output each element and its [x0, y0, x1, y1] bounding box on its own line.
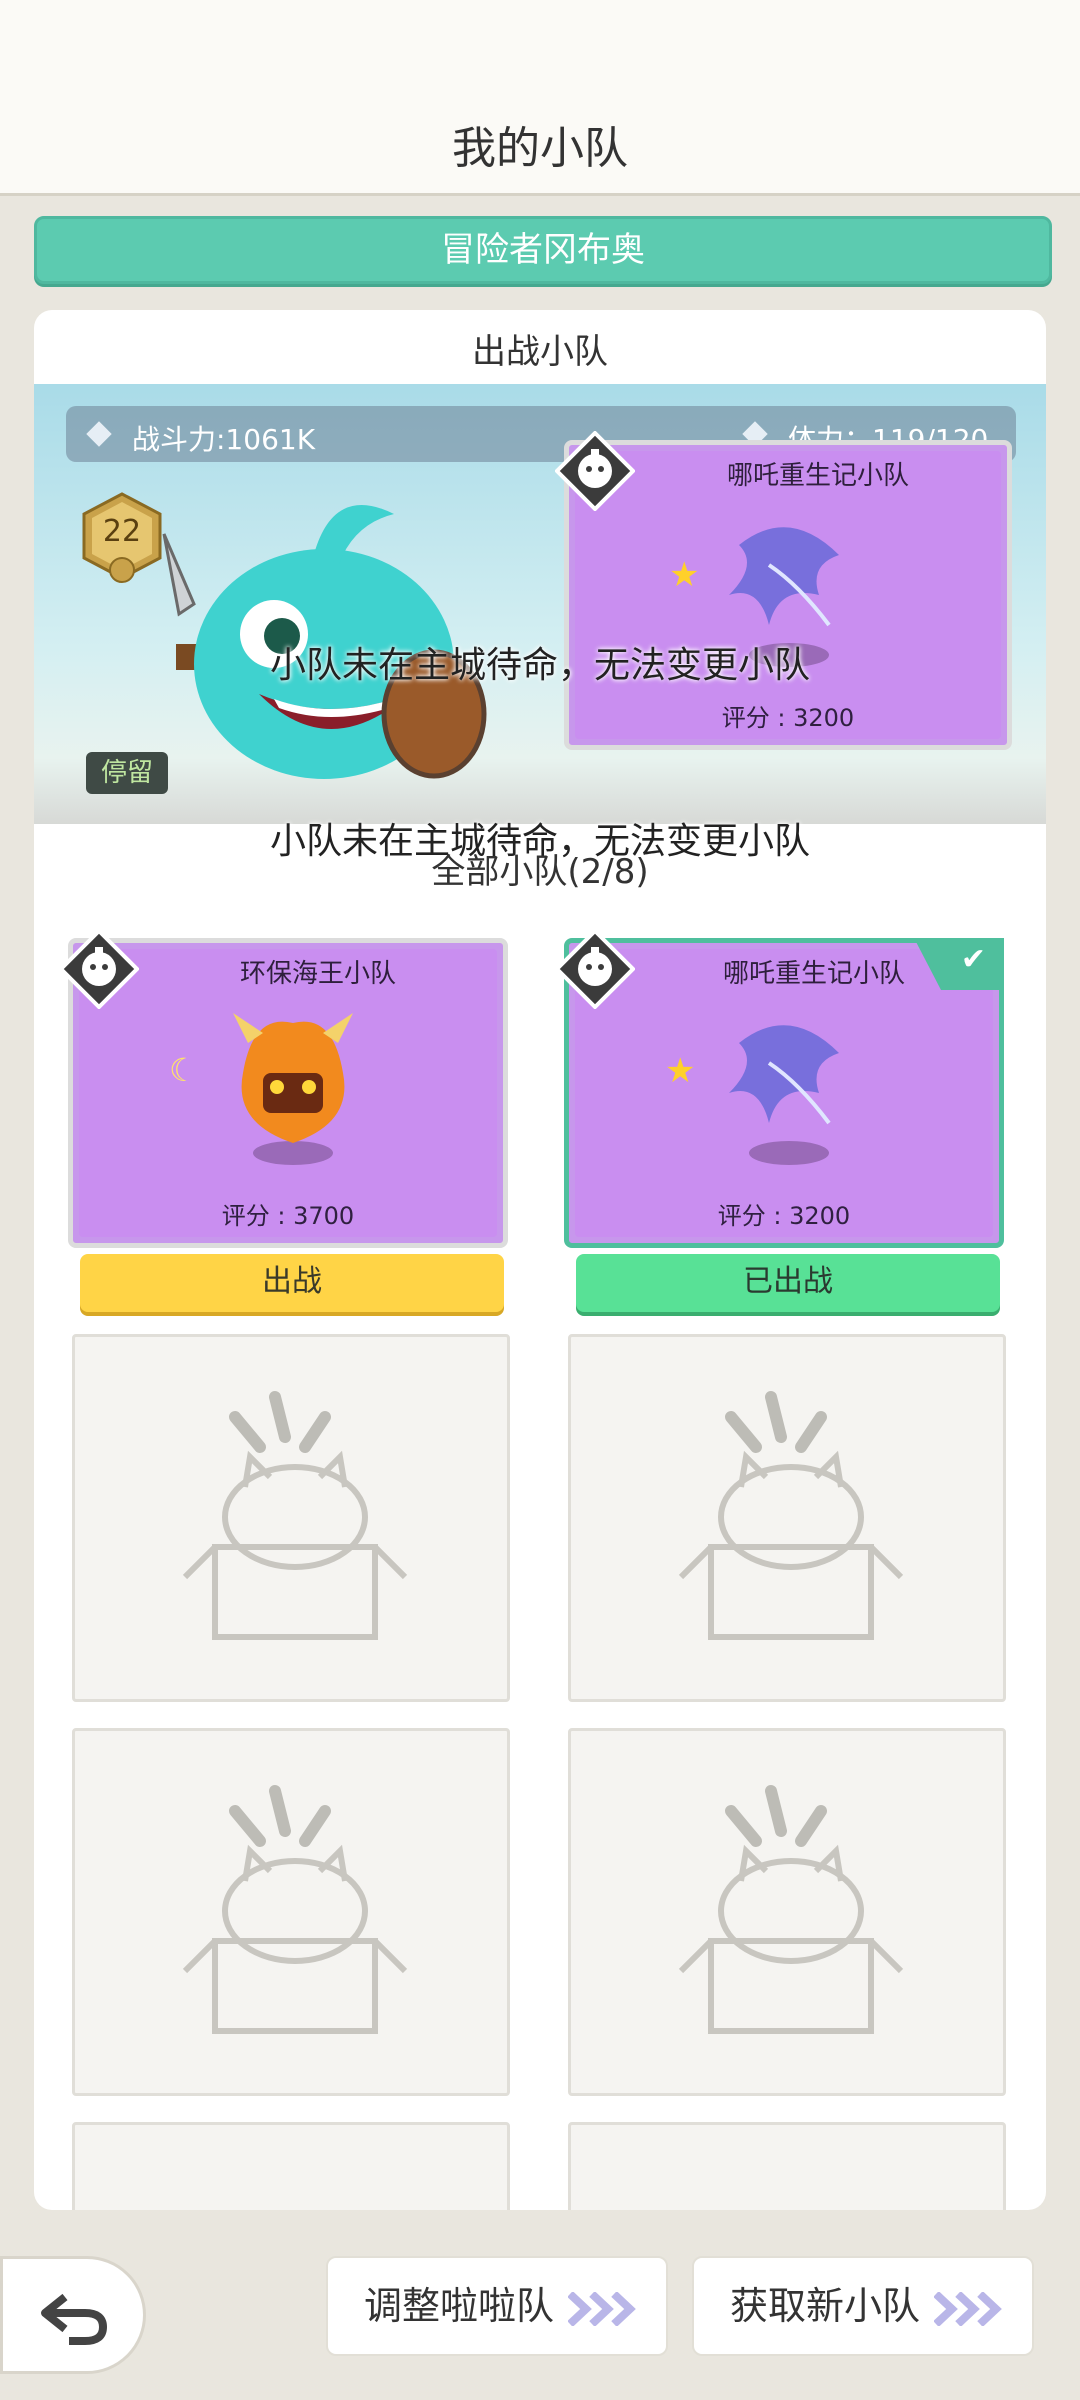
chevrons-right-icon: [934, 2292, 1002, 2326]
empty-team-slot[interactable]: [568, 1334, 1006, 1702]
moon-icon: ☾: [169, 1051, 198, 1089]
top-bar: 我的小队: [0, 0, 1080, 196]
warning-overlay: 小队未在主城待命，无法变更小队: [269, 645, 810, 686]
back-button[interactable]: [0, 2256, 146, 2374]
card-score: 评分 : 3200: [717, 1202, 851, 1230]
diamond-icon: [86, 421, 112, 447]
empty-team-slot[interactable]: [72, 1334, 510, 1702]
status-tag: 停留: [86, 752, 168, 794]
team-panel: 出战小队 战斗力:1061K 体力：119/120 22: [34, 310, 1046, 2210]
adjust-button-label: 调整啦啦队: [364, 2284, 555, 2328]
team-card-selected[interactable]: ✔ 哪吒重生记小队 ★ 评分 : 3200: [555, 929, 1004, 1248]
player-name-bar[interactable]: 冒险者冈布奥: [34, 216, 1052, 284]
star-icon: ★: [669, 555, 700, 595]
robot-badge-icon: [555, 431, 635, 511]
deploy-button[interactable]: 出战: [80, 1254, 504, 1312]
team-card[interactable]: 环保海王小队 ☾ 评分 : 3700: [59, 929, 508, 1248]
card-team-name: 哪吒重生记小队: [726, 461, 909, 491]
get-new-team-button[interactable]: 获取新小队: [692, 2256, 1034, 2356]
all-teams-title: 全部小队(2/8): [431, 852, 649, 892]
card-score: 评分 : 3200: [721, 704, 855, 732]
empty-box-cat-icon: [678, 1785, 904, 2034]
chevrons-right-icon: [568, 2292, 636, 2326]
card-score: 评分 : 3700: [221, 1202, 355, 1230]
active-team-area: 战斗力:1061K 体力：119/120 22 停留: [34, 384, 1046, 824]
dragon-art: [729, 1025, 839, 1165]
empty-team-slot[interactable]: [568, 1728, 1006, 2096]
empty-box-cat-icon: [678, 1391, 904, 1640]
empty-team-slot[interactable]: [568, 2122, 1006, 2210]
empty-box-cat-icon: [182, 1785, 408, 2034]
card-team-name: 哪吒重生记小队: [722, 959, 905, 989]
page-title: 我的小队: [452, 123, 628, 174]
robot-badge-icon: [555, 929, 635, 1009]
card-team-name: 环保海王小队: [239, 959, 396, 989]
adjust-cheer-team-button[interactable]: 调整啦啦队: [326, 2256, 668, 2356]
deployed-button[interactable]: 已出战: [576, 1254, 1000, 1312]
back-arrow-icon: [41, 2293, 108, 2345]
star-icon: ★: [665, 1051, 696, 1091]
combat-power: 战斗力:1061K: [132, 423, 316, 456]
robot-badge-icon: [59, 929, 139, 1009]
new-team-button-label: 获取新小队: [730, 2284, 921, 2328]
empty-team-slot[interactable]: [72, 2122, 510, 2210]
empty-team-slot[interactable]: [72, 1728, 510, 2096]
active-team-title: 出战小队: [472, 332, 608, 372]
active-team-card[interactable]: 哪吒重生记小队 ★ 评分 : 3200: [555, 431, 1012, 750]
fire-monster-art: [233, 1013, 353, 1165]
empty-box-cat-icon: [182, 1391, 408, 1640]
